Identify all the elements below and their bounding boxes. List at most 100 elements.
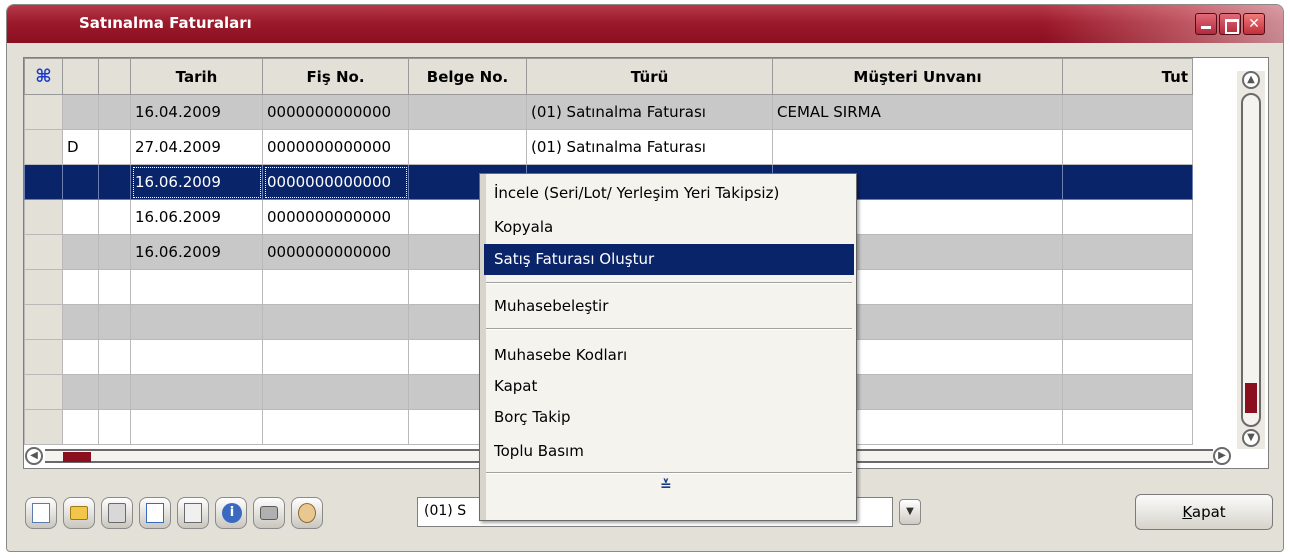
vertical-scroll-track[interactable]	[1241, 93, 1261, 427]
cell-tutar[interactable]	[1062, 164, 1193, 200]
column-header-flag[interactable]	[62, 58, 99, 95]
cell-flag[interactable]	[62, 304, 99, 340]
table-row[interactable]: 16.04.2009 0000000000000 (01) Satınalma Fa…	[24, 94, 1193, 130]
cell-tutar[interactable]	[1062, 94, 1193, 130]
close-window-button[interactable]: ✕	[1243, 13, 1265, 35]
row-selector[interactable]	[24, 304, 63, 340]
cell-flag[interactable]	[62, 269, 99, 305]
cell-belge-no[interactable]	[408, 94, 527, 130]
row-selector[interactable]	[24, 339, 63, 375]
cell-extra[interactable]	[98, 234, 131, 270]
combo-dropdown-button[interactable]: ▼	[899, 499, 921, 525]
cell-date[interactable]: 16.04.2009	[130, 94, 263, 130]
cell-fis-no[interactable]: 0000000000000	[262, 129, 409, 165]
vertical-scrollbar[interactable]: ▲ ▼	[1237, 71, 1265, 449]
cell-flag[interactable]	[62, 339, 99, 375]
column-header-belge-no[interactable]: Belge No.	[408, 58, 527, 95]
cell-extra[interactable]	[98, 269, 131, 305]
cell-fis-no[interactable]	[262, 339, 409, 375]
column-header-fis-no[interactable]: Fiş No.	[262, 58, 409, 95]
row-selector[interactable]	[24, 234, 63, 270]
cell-date[interactable]	[130, 269, 263, 305]
new-button[interactable]	[25, 497, 57, 529]
cell-flag[interactable]	[62, 164, 99, 200]
cell-fis-no[interactable]	[262, 374, 409, 410]
cell-turu[interactable]: (01) Satınalma Faturası	[526, 94, 773, 130]
scroll-right-icon[interactable]: ▶	[1213, 447, 1231, 465]
cell-flag[interactable]	[62, 374, 99, 410]
menu-item-borc-takip[interactable]: Borç Takip	[484, 402, 854, 433]
copy-button[interactable]	[177, 497, 209, 529]
menu-item-muhasebe-kodlari[interactable]: Muhasebe Kodları	[484, 340, 854, 371]
menu-item-toplu-basim[interactable]: Toplu Basım	[484, 436, 854, 467]
cell-extra[interactable]	[98, 94, 131, 130]
cell-tutar[interactable]	[1062, 199, 1193, 235]
cell-extra[interactable]	[98, 199, 131, 235]
row-selector[interactable]	[24, 374, 63, 410]
cell-fis-no[interactable]	[262, 269, 409, 305]
cell-tutar[interactable]	[1062, 269, 1193, 305]
cell-fis-no[interactable]: 0000000000000	[262, 234, 409, 270]
cell-date[interactable]: 16.06.2009	[130, 164, 263, 200]
scroll-up-icon[interactable]: ▲	[1242, 71, 1260, 89]
cell-date[interactable]	[130, 339, 263, 375]
delete-button[interactable]	[101, 497, 133, 529]
cell-fis-no[interactable]	[262, 304, 409, 340]
cell-flag[interactable]	[62, 409, 99, 445]
cell-date[interactable]	[130, 409, 263, 445]
horizontal-scroll-thumb[interactable]	[63, 452, 91, 462]
minimize-button[interactable]	[1195, 13, 1217, 35]
print-button[interactable]	[253, 497, 285, 529]
menu-item-kapat[interactable]: Kapat	[484, 371, 854, 402]
cell-belge-no[interactable]	[408, 129, 527, 165]
column-header-extra[interactable]	[98, 58, 131, 95]
cell-date[interactable]: 16.06.2009	[130, 199, 263, 235]
cell-fis-no[interactable]	[262, 409, 409, 445]
cell-fis-no[interactable]: 0000000000000	[262, 164, 409, 200]
row-selector[interactable]	[24, 94, 63, 130]
cell-fis-no[interactable]: 0000000000000	[262, 199, 409, 235]
cell-extra[interactable]	[98, 409, 131, 445]
column-header-musteri-unvani[interactable]: Müşteri Unvanı	[772, 58, 1063, 95]
expand-menu-icon[interactable]: ≚	[660, 478, 672, 494]
cell-flag[interactable]	[62, 234, 99, 270]
cell-extra[interactable]	[98, 304, 131, 340]
title-bar[interactable]: Satınalma Faturaları ✕	[7, 5, 1283, 43]
menu-item-muhasebelestir[interactable]: Muhasebeleştir	[484, 291, 854, 322]
cell-tutar[interactable]	[1062, 304, 1193, 340]
cell-flag[interactable]	[62, 94, 99, 130]
cell-date[interactable]	[130, 304, 263, 340]
scroll-left-icon[interactable]: ◀	[25, 447, 43, 465]
row-selector[interactable]	[24, 164, 63, 200]
menu-item-kopyala[interactable]: Kopyala	[484, 212, 854, 243]
cell-tutar[interactable]	[1062, 129, 1193, 165]
cell-flag[interactable]	[62, 199, 99, 235]
cell-musteri[interactable]	[772, 129, 1063, 165]
cell-flag[interactable]: D	[62, 129, 99, 165]
row-selector[interactable]	[24, 269, 63, 305]
multi-select-icon[interactable]: ⌘	[35, 66, 52, 87]
row-selector[interactable]	[24, 129, 63, 165]
cell-tutar[interactable]	[1062, 409, 1193, 445]
column-header-turu[interactable]: Türü	[526, 58, 773, 95]
cell-extra[interactable]	[98, 129, 131, 165]
cell-extra[interactable]	[98, 164, 131, 200]
vertical-scroll-thumb[interactable]	[1245, 383, 1257, 413]
cell-fis-no[interactable]: 0000000000000	[262, 94, 409, 130]
maximize-button[interactable]	[1219, 13, 1241, 35]
cell-tutar[interactable]	[1062, 234, 1193, 270]
cell-tutar[interactable]	[1062, 339, 1193, 375]
cell-date[interactable]	[130, 374, 263, 410]
column-header-tutar[interactable]: Tut	[1062, 58, 1193, 95]
close-button[interactable]: Kapat	[1135, 494, 1273, 530]
preview-button[interactable]	[139, 497, 171, 529]
menu-item-satis-faturasi-olustur[interactable]: Satış Faturası Oluştur	[484, 244, 854, 275]
menu-item-incele[interactable]: İncele (Seri/Lot/ Yerleşim Yeri Takipsiz…	[484, 178, 854, 209]
cell-turu[interactable]: (01) Satınalma Faturası	[526, 129, 773, 165]
scroll-down-icon[interactable]: ▼	[1242, 429, 1260, 447]
cell-musteri[interactable]: CEMAL SIRMA	[772, 94, 1063, 130]
cell-extra[interactable]	[98, 374, 131, 410]
select-all-header[interactable]: ⌘	[24, 58, 63, 95]
row-selector[interactable]	[24, 199, 63, 235]
row-selector[interactable]	[24, 409, 63, 445]
